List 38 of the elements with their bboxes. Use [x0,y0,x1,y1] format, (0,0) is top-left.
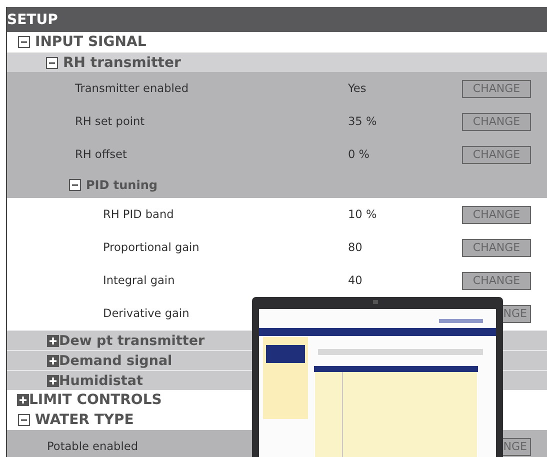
section-label[interactable]: PID tuning [86,178,158,192]
setting-label: RH set point [75,115,145,128]
setting-label: Integral gain [103,274,175,287]
collapse-icon[interactable] [18,36,30,48]
change-button[interactable]: CHANGE [462,112,531,130]
collapse-icon[interactable] [46,56,58,68]
setting-value: 40 [348,274,362,287]
expand-icon[interactable] [17,394,29,406]
collapse-icon[interactable] [18,414,30,426]
collapse-icon[interactable] [69,178,81,190]
setting-label: Derivative gain [103,307,190,320]
change-button[interactable]: NGE [502,304,531,322]
change-button[interactable]: CHANGE [462,238,531,256]
setting-value: 35 % [348,115,377,128]
expand-icon[interactable] [47,374,59,386]
change-button[interactable]: NGE [502,438,531,456]
expand-icon[interactable] [47,334,59,346]
expand-icon[interactable] [47,354,59,366]
change-button[interactable]: CHANGE [462,146,531,164]
setting-value: 10 % [348,208,377,221]
section-label[interactable]: WATER TYPE [35,412,134,428]
section-label[interactable]: INPUT SIGNAL [35,34,146,50]
change-button[interactable]: CHANGE [462,206,531,224]
setting-label: RH PID band [103,208,174,221]
setting-value: 0 % [348,148,370,161]
setting-label: RH offset [75,148,127,161]
section-label[interactable]: Demand signal [59,352,172,368]
setting-value: 80 [348,241,362,254]
section-label[interactable]: RH transmitter [63,54,181,70]
section-label[interactable]: LIMIT CONTROLS [29,392,162,408]
setting-label: Potable enabled [47,440,138,453]
change-button[interactable]: CHANGE [462,272,531,290]
section-label[interactable]: Humidistat [59,372,143,388]
header-title: SETUP [7,12,58,28]
setting-value: Yes [348,82,366,95]
setting-label: Transmitter enabled [75,82,189,95]
setting-label: Proportional gain [103,241,200,254]
change-button[interactable]: CHANGE [462,80,531,98]
